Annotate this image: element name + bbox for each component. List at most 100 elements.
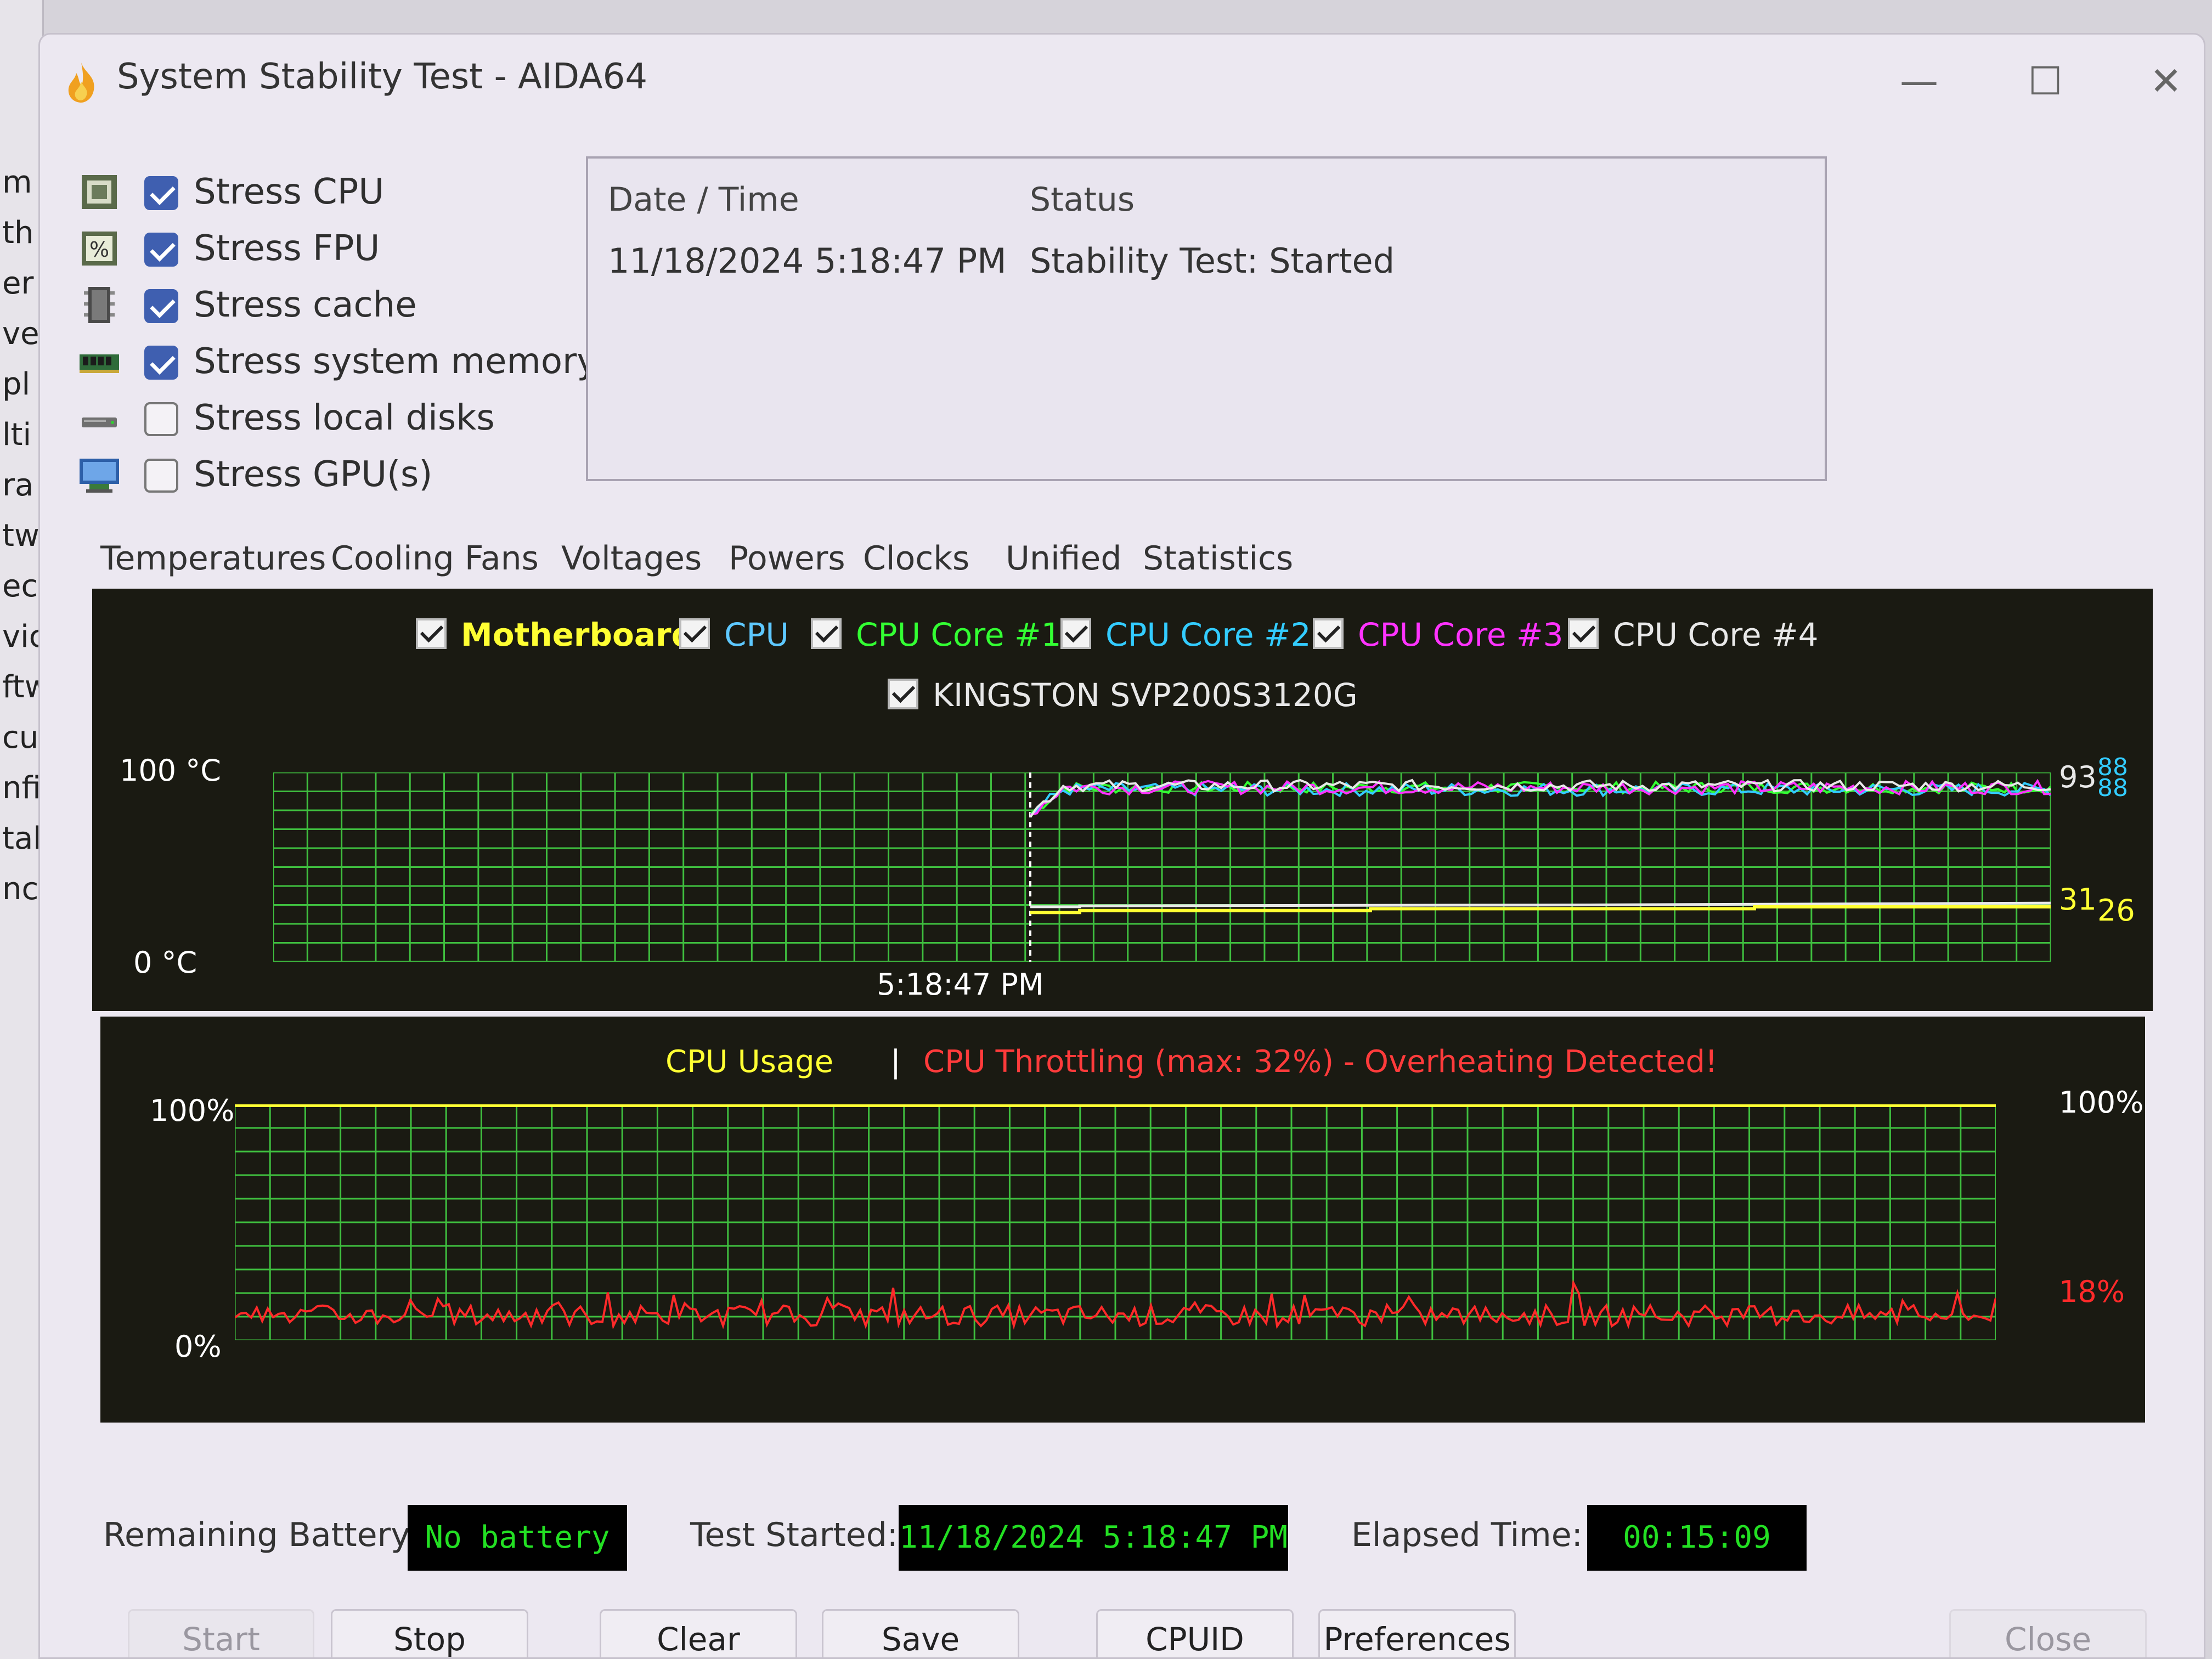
legend-motherboard-checkbox[interactable] — [416, 618, 447, 649]
temp-time-label: 5:18:47 PM — [877, 967, 1044, 1002]
cpu-throttling-warning: CPU Throttling (max: 32%) - Overheating … — [923, 1044, 1718, 1080]
datetime-column-header[interactable]: Date / Time — [608, 180, 799, 219]
tab-unified[interactable]: Unified — [1006, 539, 1121, 578]
stress-disks-option[interactable]: Stress local disks — [78, 392, 572, 449]
background-app-text: nfi — [2, 770, 41, 806]
title-separator: | — [890, 1044, 901, 1080]
tab-temperatures[interactable]: Temperatures — [100, 539, 326, 578]
clear-button[interactable]: Clear — [600, 1609, 797, 1657]
disk-icon — [82, 417, 117, 427]
aida64-flame-icon — [68, 63, 94, 103]
temp-readout-26: 26 — [2097, 893, 2135, 928]
temperature-graph-canvas — [273, 772, 2051, 962]
stress-cpu-option[interactable]: Stress CPU — [78, 166, 572, 223]
background-app-text: ra — [2, 467, 34, 503]
stress-gpu-checkbox[interactable] — [144, 459, 178, 493]
window-title: System Stability Test - AIDA64 — [117, 57, 648, 97]
background-app-window: m th er ve pl lti ra tw ec vic ftw cu nfi tal ncl — [0, 0, 50, 1659]
usage-grid — [235, 1104, 1996, 1340]
stop-button[interactable]: Stop — [331, 1609, 528, 1657]
usage-current-value: 18% — [2059, 1274, 2125, 1309]
legend-cpu-core-3-checkbox[interactable] — [1313, 618, 1344, 649]
stress-gpu-option[interactable]: Stress GPU(s) — [78, 449, 572, 505]
elapsed-time-value: 00:15:09 — [1587, 1505, 1807, 1571]
stress-gpu-label: Stress GPU(s) — [194, 454, 433, 495]
close-window-button[interactable]: ✕ — [2141, 57, 2191, 106]
usage-right-max-label: 100% — [2059, 1085, 2144, 1120]
test-started-value: 11/18/2024 5:18:47 PM — [899, 1505, 1288, 1571]
tab-powers[interactable]: Powers — [729, 539, 845, 578]
tab-cooling-fans[interactable]: Cooling Fans — [331, 539, 539, 578]
legend-cpu-core-4-checkbox[interactable] — [1568, 618, 1599, 649]
cpu-usage-graph-panel: CPU Usage | CPU Throttling (max: 32%) - … — [100, 1017, 2145, 1423]
temp-readout-93: 93 — [2059, 760, 2097, 794]
cpuid-button[interactable]: CPUID — [1096, 1609, 1294, 1657]
legend-kingston-ssd-label: KINGSTON SVP200S3120G — [933, 676, 1358, 714]
background-app-text: pl — [2, 366, 31, 402]
cpu-usage-title: CPU Usage — [665, 1044, 834, 1080]
stress-memory-label: Stress system memory — [194, 341, 598, 382]
usage-y-min-label: 0% — [174, 1329, 222, 1364]
legend-cpu-core-2-checkbox[interactable] — [1060, 618, 1091, 649]
stress-fpu-label: Stress FPU — [194, 228, 380, 269]
stress-cache-option[interactable]: Stress cache — [78, 279, 572, 336]
stress-fpu-option[interactable]: % Stress FPU — [78, 223, 572, 279]
stress-cache-checkbox[interactable] — [144, 289, 178, 323]
legend-cpu-checkbox[interactable] — [679, 618, 710, 649]
stress-cpu-checkbox[interactable] — [144, 176, 178, 210]
tab-clocks[interactable]: Clocks — [863, 539, 969, 578]
remaining-battery-value: No battery — [408, 1505, 627, 1571]
temp-y-max-label: 100 °C — [120, 753, 221, 788]
temp-readout-88-b: 88 — [2097, 774, 2128, 802]
remaining-battery-label: Remaining Battery: — [103, 1516, 419, 1554]
elapsed-time-label: Elapsed Time: — [1351, 1516, 1583, 1554]
background-app-text: th — [2, 215, 34, 251]
background-app-text: ve — [2, 316, 40, 352]
cpu-usage-graph-canvas — [235, 1104, 1996, 1340]
legend-cpu-core-4-label: CPU Core #4 — [1613, 616, 1819, 653]
maximize-button[interactable]: ☐ — [2021, 57, 2070, 106]
status-column-header[interactable]: Status — [1030, 180, 1135, 219]
background-app-text: tw — [2, 518, 40, 554]
status-log-table[interactable]: Date / Time Status 11/18/2024 5:18:47 PM… — [586, 156, 1827, 481]
close-button[interactable]: Close — [1949, 1609, 2147, 1657]
background-app-text: lti — [2, 417, 32, 453]
stress-options: Stress CPU % Stress FPU Stress cache Str… — [78, 166, 597, 505]
cpu-icon — [82, 175, 117, 209]
legend-cpu-core-1-label: CPU Core #1 — [856, 616, 1062, 653]
test-started-label: Test Started: — [690, 1516, 899, 1554]
gpu-icon — [80, 459, 119, 493]
fpu-icon: % — [82, 232, 117, 266]
legend-motherboard-label: Motherboard — [461, 616, 695, 653]
log-row-status: Stability Test: Started — [1030, 241, 1395, 281]
legend-kingston-ssd-checkbox[interactable] — [888, 679, 918, 709]
legend-cpu-core-2-label: CPU Core #2 — [1105, 616, 1311, 653]
start-button[interactable]: Start — [128, 1609, 314, 1657]
background-app-text: m — [2, 165, 32, 200]
stress-fpu-checkbox[interactable] — [144, 233, 178, 267]
tab-statistics[interactable]: Statistics — [1143, 539, 1293, 578]
save-button[interactable]: Save — [822, 1609, 1019, 1657]
temp-motherboard-line — [1030, 905, 2051, 915]
temp-readout-31: 31 — [2059, 882, 2097, 917]
stress-disks-label: Stress local disks — [194, 398, 495, 438]
minimize-button[interactable]: — — [1894, 57, 1944, 106]
temperature-grid — [273, 772, 2051, 962]
stress-disks-checkbox[interactable] — [144, 402, 178, 436]
tab-voltages[interactable]: Voltages — [561, 539, 702, 578]
cache-icon — [84, 287, 115, 323]
svg-text:%: % — [89, 238, 109, 262]
stability-test-window: System Stability Test - AIDA64 — ☐ ✕ Str… — [38, 33, 2205, 1659]
stress-memory-option[interactable]: Stress system memory — [78, 336, 597, 392]
stress-cpu-label: Stress CPU — [194, 172, 385, 212]
preferences-button[interactable]: Preferences — [1318, 1609, 1516, 1657]
legend-cpu-core-1-checkbox[interactable] — [811, 618, 842, 649]
stress-cache-label: Stress cache — [194, 285, 417, 325]
background-app-text: ec — [2, 568, 38, 604]
title-bar[interactable]: System Stability Test - AIDA64 — ☐ ✕ — [40, 35, 2204, 122]
stress-memory-checkbox[interactable] — [144, 346, 178, 380]
usage-y-max-label: 100% — [150, 1093, 235, 1128]
log-row-datetime: 11/18/2024 5:18:47 PM — [608, 241, 1007, 281]
background-app-text: cu — [2, 720, 39, 755]
legend-cpu-label: CPU — [724, 616, 789, 653]
